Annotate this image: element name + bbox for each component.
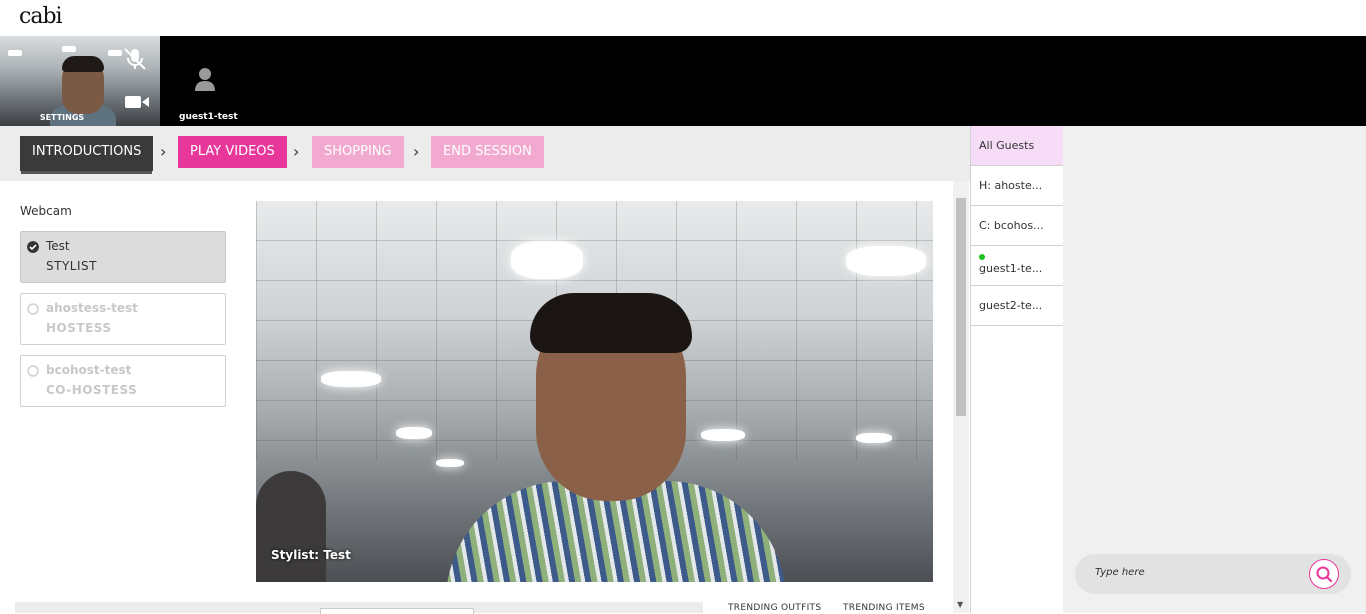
ceiling-light	[701, 429, 745, 441]
top-bar: cabi	[0, 0, 1366, 36]
self-video-tile[interactable]: SETTINGS	[0, 36, 160, 126]
guest-label: H: ahoste...	[979, 179, 1043, 192]
guest-list-item[interactable]: guest1-te...	[971, 246, 1064, 286]
settings-label[interactable]: SETTINGS	[0, 113, 124, 122]
chat-input-container	[1075, 554, 1351, 594]
ceiling-light	[396, 427, 432, 439]
cabi-logo: cabi	[19, 4, 63, 29]
webcam-option-role: STYLIST	[46, 259, 97, 273]
guest-label: guest2-te...	[979, 299, 1043, 312]
guest-list-item-all[interactable]: All Guests	[971, 126, 1064, 166]
guest-video-tile[interactable]: guest1-test	[170, 36, 250, 126]
main-video-stream: Stylist: Test	[256, 201, 933, 582]
webcam-option-role: HOSTESS	[46, 321, 112, 335]
webcam-option-role: CO-HOSTESS	[46, 383, 138, 397]
guest-label: guest1-te...	[979, 262, 1043, 275]
scroll-down-arrow-icon[interactable]: ▼	[957, 600, 963, 609]
webcam-title: Webcam	[20, 204, 72, 218]
search-button[interactable]	[1309, 559, 1339, 589]
webcam-option-name: ahostess-test	[46, 301, 138, 315]
guest-list-item[interactable]: H: ahoste...	[971, 166, 1064, 206]
guest-label: All Guests	[979, 139, 1035, 152]
ceiling-light	[436, 459, 464, 467]
chevron-right-icon: ›	[160, 142, 167, 161]
tab-trending-outfits[interactable]: TRENDING OUTFITS	[728, 603, 821, 613]
background-person	[256, 471, 326, 582]
guest-tile-label: guest1-test	[179, 112, 238, 122]
strip-box	[320, 608, 474, 614]
chevron-right-icon: ›	[413, 142, 420, 161]
ceiling-light	[8, 50, 22, 56]
guest-list-item[interactable]: C: bcohos...	[971, 206, 1064, 246]
ceiling-light	[511, 241, 583, 279]
guest-label: C: bcohos...	[979, 219, 1044, 232]
participant-video-bar: SETTINGS guest1-test	[0, 36, 1366, 126]
webcam-option-name: bcohost-test	[46, 363, 132, 377]
main-panel: INTRODUCTIONS › PLAY VIDEOS › SHOPPING ›…	[0, 126, 970, 614]
radio-empty-icon	[27, 365, 39, 377]
self-video-hair	[62, 56, 104, 72]
webcam-option[interactable]: ahostess-test HOSTESS	[20, 293, 226, 345]
scrollbar-thumb[interactable]	[956, 198, 966, 416]
ceiling-light	[846, 246, 926, 276]
camera-icon[interactable]	[124, 94, 150, 110]
webcam-option[interactable]: bcohost-test CO-HOSTESS	[20, 355, 226, 407]
session-steps: INTRODUCTIONS › PLAY VIDEOS › SHOPPING ›…	[0, 126, 970, 181]
video-caption: Stylist: Test	[271, 548, 351, 562]
ceiling-light	[321, 371, 381, 387]
chevron-right-icon: ›	[293, 142, 300, 161]
main-scrollbar[interactable]: ▼	[953, 181, 969, 613]
radio-empty-icon	[27, 303, 39, 315]
ceiling-light	[62, 46, 76, 52]
check-circle-icon	[27, 241, 39, 253]
guest-list-item[interactable]: guest2-te...	[971, 286, 1064, 326]
chat-input[interactable]	[1093, 566, 1317, 579]
tab-trending-items[interactable]: TRENDING ITEMS	[843, 603, 925, 613]
step-introductions[interactable]: INTRODUCTIONS	[20, 136, 154, 171]
chat-panel	[1063, 126, 1366, 613]
guest-list: All Guests H: ahoste... C: bcohos... gue…	[970, 126, 1064, 613]
webcam-option[interactable]: Test STYLIST	[20, 231, 226, 283]
ceiling-light	[856, 433, 892, 443]
step-shopping[interactable]: SHOPPING	[312, 136, 404, 168]
online-status-icon	[979, 254, 985, 260]
stylist-hair	[530, 293, 692, 353]
step-end-session[interactable]: END SESSION	[431, 136, 544, 168]
mic-off-icon[interactable]	[122, 46, 148, 72]
content-strip	[15, 602, 703, 614]
user-avatar-icon	[195, 68, 215, 91]
ceiling-light	[108, 50, 122, 56]
webcam-option-name: Test	[46, 239, 70, 253]
step-play-videos[interactable]: PLAY VIDEOS	[178, 136, 287, 168]
search-icon	[1316, 566, 1333, 583]
